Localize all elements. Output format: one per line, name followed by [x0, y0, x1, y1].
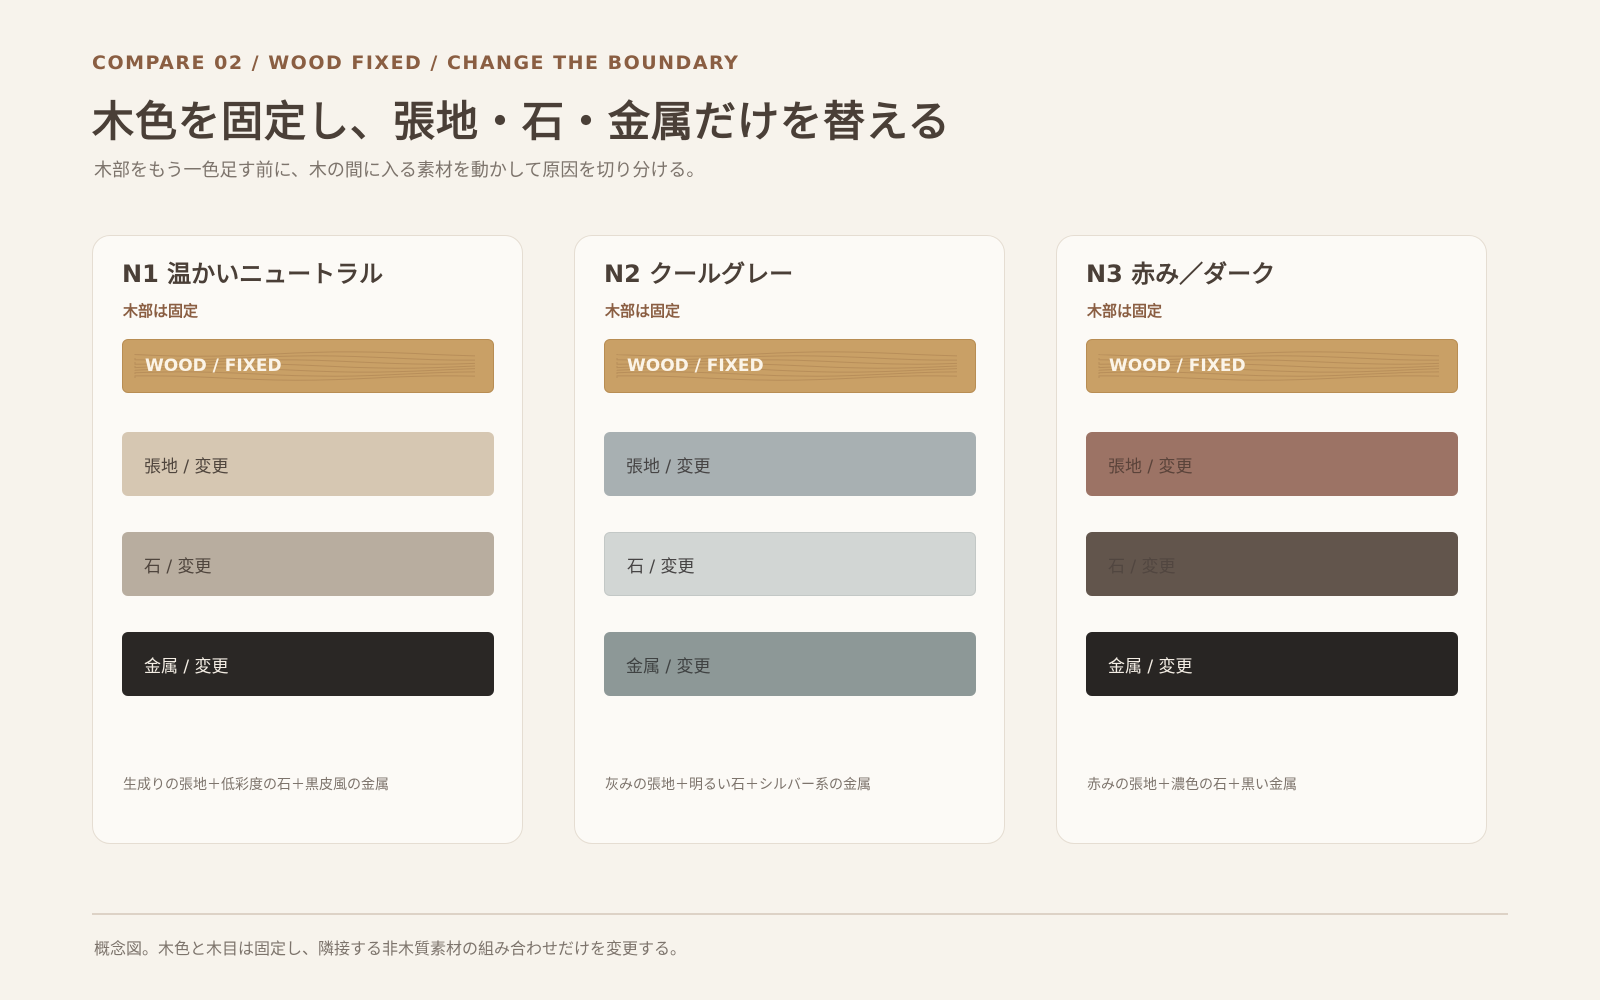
wood-grain-line: [1098, 375, 1440, 381]
comparison-cards: N1 温かいニュートラル 木部は固定 WOOD / FIXED 張地 / 変更 …: [92, 235, 1508, 845]
metal-swatch-label: 金属 / 変更: [1108, 656, 1193, 677]
stone-swatch: 石 / 変更: [122, 532, 494, 596]
fabric-swatch-label: 張地 / 変更: [626, 456, 711, 477]
card-note: 木部は固定: [1087, 302, 1163, 320]
card-n2: N2 クールグレー 木部は固定 WOOD / FIXED 張地 / 変更 石 /…: [574, 235, 1005, 844]
wood-swatch-label: WOOD / FIXED: [627, 356, 764, 376]
card-note: 木部は固定: [123, 302, 199, 320]
footer-caption: 概念図。木色と木目は固定し、隣接する非木質素材の組み合わせだけを変更する。: [94, 939, 687, 958]
stone-swatch-label: 石 / 変更: [1108, 556, 1176, 577]
fabric-swatch: 張地 / 変更: [122, 432, 494, 496]
metal-swatch: 金属 / 変更: [122, 632, 494, 696]
eyebrow-label: COMPARE 02 / WOOD FIXED / CHANGE THE BOU…: [92, 52, 740, 74]
card-caption: 灰みの張地＋明るい石＋シルバー系の金属: [605, 777, 871, 793]
wood-swatch-label: WOOD / FIXED: [1109, 356, 1246, 376]
stone-swatch-label: 石 / 変更: [144, 556, 212, 577]
metal-swatch-label: 金属 / 変更: [144, 656, 229, 677]
card-caption: 生成りの張地＋低彩度の石＋黒皮風の金属: [123, 777, 389, 793]
card-n3: N3 赤み／ダーク 木部は固定 WOOD / FIXED 張地 / 変更 石 /…: [1056, 235, 1487, 844]
footer-divider: [92, 913, 1508, 915]
stone-swatch: 石 / 変更: [1086, 532, 1458, 596]
stone-swatch: 石 / 変更: [604, 532, 976, 596]
metal-swatch: 金属 / 変更: [604, 632, 976, 696]
fabric-swatch: 張地 / 変更: [604, 432, 976, 496]
fabric-swatch: 張地 / 変更: [1086, 432, 1458, 496]
wood-grain-line: [134, 375, 476, 381]
stone-swatch-label: 石 / 変更: [627, 556, 695, 577]
card-title: N1 温かいニュートラル: [122, 260, 384, 288]
wood-swatch-label: WOOD / FIXED: [145, 356, 282, 376]
card-caption: 赤みの張地＋濃色の石＋黒い金属: [1087, 777, 1297, 793]
page-subtitle: 木部をもう一色足す前に、木の間に入る素材を動かして原因を切り分ける。: [94, 160, 705, 181]
card-title: N2 クールグレー: [604, 260, 794, 288]
wood-swatch: WOOD / FIXED: [604, 339, 976, 393]
card-title: N3 赤み／ダーク: [1086, 260, 1276, 288]
page-title: 木色を固定し、張地・石・金属だけを替える: [92, 97, 951, 146]
fabric-swatch-label: 張地 / 変更: [144, 456, 229, 477]
wood-swatch: WOOD / FIXED: [122, 339, 494, 393]
metal-swatch-label: 金属 / 変更: [626, 656, 711, 677]
card-n1: N1 温かいニュートラル 木部は固定 WOOD / FIXED 張地 / 変更 …: [92, 235, 523, 844]
card-note: 木部は固定: [605, 302, 681, 320]
fabric-swatch-label: 張地 / 変更: [1108, 456, 1193, 477]
wood-swatch: WOOD / FIXED: [1086, 339, 1458, 393]
wood-grain-line: [616, 375, 958, 381]
metal-swatch: 金属 / 変更: [1086, 632, 1458, 696]
